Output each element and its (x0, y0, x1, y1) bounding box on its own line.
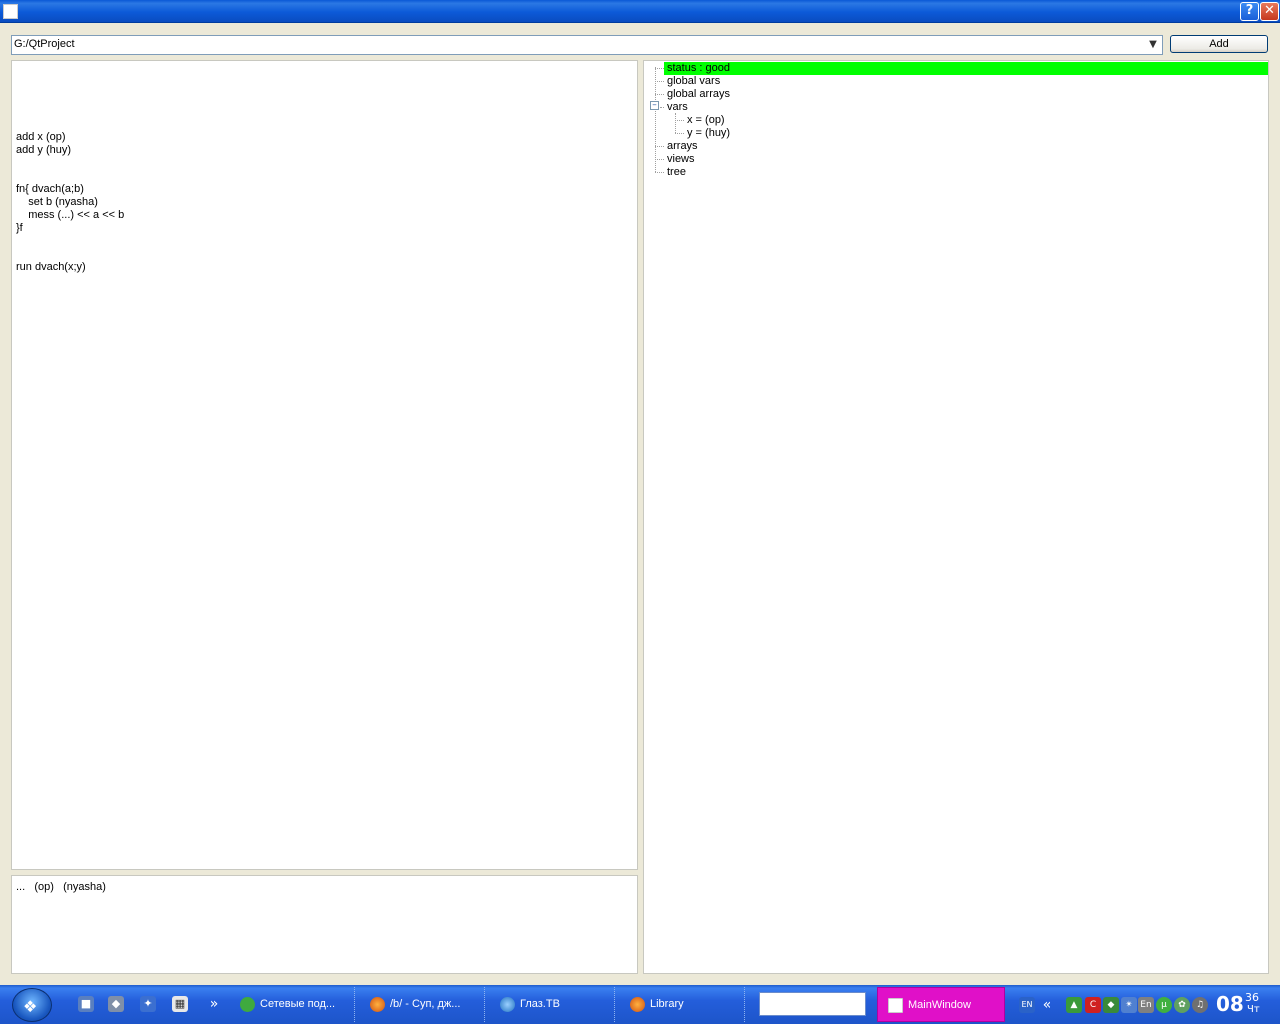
messenger-icon[interactable]: ✿ (1174, 997, 1190, 1013)
add-button[interactable]: Add (1170, 35, 1268, 53)
tree-item-var-x[interactable]: x = (op) (687, 114, 725, 127)
code-line: add y (huy) (16, 144, 72, 156)
task-label: Глаз.ТВ (520, 998, 560, 1010)
task-glaz-tv[interactable]: Глаз.ТВ (490, 987, 615, 1022)
torrent-icon[interactable]: μ (1156, 997, 1172, 1013)
tree-connector (660, 107, 664, 108)
state-tree[interactable]: – status : good global vars global array… (643, 60, 1269, 974)
tree-connector (655, 94, 664, 95)
tree-item-status[interactable]: status : good (664, 62, 1268, 75)
task-label: /b/ - Суп, дж... (390, 998, 461, 1010)
tree-connector (655, 81, 664, 82)
tree-connector (655, 68, 664, 69)
clock-day[interactable]: Чт (1247, 1004, 1260, 1015)
tree-connector (675, 113, 676, 133)
tree-item-global-vars[interactable]: global vars (667, 75, 720, 88)
tray-expand-icon[interactable]: « (1039, 997, 1055, 1013)
task-browser-b[interactable]: /b/ - Суп, дж... (360, 987, 485, 1022)
language-indicator[interactable]: EN (1019, 997, 1035, 1013)
code-line: mess (...) << a << b (16, 209, 125, 221)
main-window: G:/QtProject ▼ Add add x (op) add y (huy… (0, 23, 1280, 985)
app-icon (888, 998, 903, 1013)
clock-hour[interactable]: 08 (1216, 992, 1244, 1016)
task-label: Сетевые под... (260, 998, 336, 1010)
taskbar: ❖ ■ ◆ ✦ ▦ » Сетевые под... /b/ - Суп, дж… (0, 985, 1280, 1024)
collapse-icon[interactable]: – (650, 101, 659, 110)
volume-icon[interactable]: ♫ (1192, 997, 1208, 1013)
calculator-icon[interactable]: ▦ (172, 996, 188, 1012)
taskbar-search-input[interactable] (759, 992, 866, 1016)
tree-connector (655, 159, 664, 160)
output-panel[interactable]: ... (op) (nyasha) (11, 875, 638, 974)
tree-connector (675, 133, 684, 134)
task-label: MainWindow (908, 999, 971, 1011)
output-text: ... (op) (nyasha) (16, 881, 106, 893)
tree-item-views[interactable]: views (667, 153, 695, 166)
code-line: set b (nyasha) (16, 196, 98, 208)
start-button[interactable]: ❖ (12, 988, 52, 1022)
wifi-icon[interactable]: ▲ (1066, 997, 1082, 1013)
tree-item-global-arrays[interactable]: global arrays (667, 88, 730, 101)
code-line: add x (op) (16, 131, 66, 143)
title-bar: ? ✕ (0, 0, 1280, 23)
network-connections-icon (240, 997, 255, 1012)
code-line: }f (16, 222, 23, 234)
glaz-tv-icon (500, 997, 515, 1012)
network-icon[interactable]: ✦ (140, 996, 156, 1012)
task-label: Library (650, 998, 684, 1010)
close-button[interactable]: ✕ (1260, 2, 1279, 21)
tree-item-arrays[interactable]: arrays (667, 140, 698, 153)
desktop-icon[interactable]: ■ (78, 996, 94, 1012)
task-library[interactable]: Library (620, 987, 745, 1022)
code-line: run dvach(x;y) (16, 261, 86, 273)
shield-icon[interactable]: ◆ (1103, 997, 1119, 1013)
tree-connector (655, 67, 656, 172)
firefox-icon (630, 997, 645, 1012)
tree-item-var-y[interactable]: y = (huy) (687, 127, 730, 140)
path-combobox-value: G:/QtProject (14, 38, 75, 50)
clock-minute[interactable]: 36 (1245, 991, 1259, 1004)
cube-icon[interactable]: ◆ (108, 996, 124, 1012)
tree-connector (675, 120, 684, 121)
keyboard-layout-icon[interactable]: En (1138, 997, 1154, 1013)
bluetooth-icon[interactable]: ✴ (1121, 997, 1137, 1013)
firefox-icon (370, 997, 385, 1012)
tree-connector (655, 146, 664, 147)
code-line: fn{ dvach(a;b) (16, 183, 84, 195)
task-main-window[interactable]: MainWindow (877, 987, 1005, 1022)
task-network-connections[interactable]: Сетевые под... (230, 987, 355, 1022)
tree-item-vars[interactable]: vars (667, 101, 688, 114)
windows-logo-icon: ❖ (23, 997, 38, 1016)
tree-connector (655, 172, 664, 173)
tree-item-tree[interactable]: tree (667, 166, 686, 179)
quicklaunch-overflow-icon[interactable]: » (206, 996, 222, 1012)
chevron-down-icon[interactable]: ▼ (1145, 37, 1161, 53)
help-button[interactable]: ? (1240, 2, 1259, 21)
code-editor[interactable]: add x (op) add y (huy) fn{ dvach(a;b) se… (11, 60, 638, 870)
antivirus-icon[interactable]: C (1085, 997, 1101, 1013)
path-combobox[interactable]: G:/QtProject ▼ (11, 35, 1163, 55)
app-icon (3, 4, 18, 19)
